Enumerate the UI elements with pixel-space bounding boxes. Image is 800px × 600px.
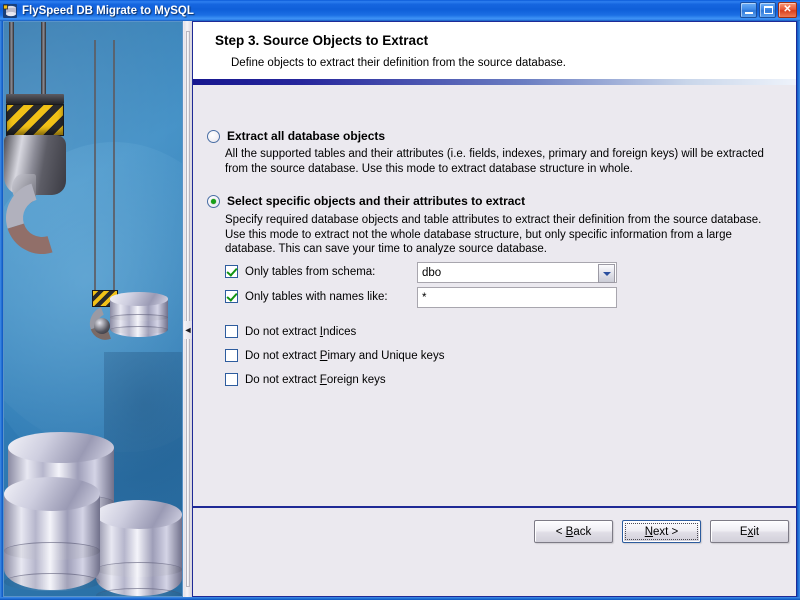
back-button[interactable]: < Back <box>534 520 613 543</box>
checkbox-indicator-unchecked <box>225 325 238 338</box>
database-migrate-icon <box>2 3 18 19</box>
names-like-value: * <box>422 291 427 304</box>
client-area: ◄ Step 3. Source Objects to Extract Defi… <box>3 21 797 597</box>
checkbox-label-primary-keys: Do not extract Pimary and Unique keys <box>245 349 445 362</box>
checkbox-only-tables-with-names-like[interactable]: Only tables with names like: <box>225 290 388 303</box>
next-button[interactable]: Next > <box>622 520 701 543</box>
exit-button-label: Exit <box>739 525 760 538</box>
schema-combobox-value: dbo <box>422 266 442 279</box>
database-cylinder-front <box>4 477 100 596</box>
crane-hook-bar <box>6 94 64 104</box>
radio-select-specific-objects[interactable]: Select specific objects and their attrib… <box>207 194 525 208</box>
wizard-header: Step 3. Source Objects to Extract Define… <box>193 22 796 79</box>
minimize-button[interactable] <box>740 2 757 18</box>
checkbox-indicator-checked <box>225 265 238 278</box>
window-title: FlySpeed DB Migrate to MySQL <box>22 4 194 17</box>
page-title: Step 3. Source Objects to Extract <box>215 33 429 48</box>
title-bar[interactable]: FlySpeed DB Migrate to MySQL ✕ <box>0 0 800 21</box>
checkbox-indicator-checked <box>225 290 238 303</box>
page-subtitle: Define objects to extract their definiti… <box>231 57 566 69</box>
back-button-label: < Back <box>555 525 592 538</box>
description-select-specific: Specify required database objects and ta… <box>225 214 762 255</box>
checkbox-do-not-extract-indices[interactable]: Do not extract Indices <box>225 325 356 338</box>
chevron-down-icon[interactable] <box>598 264 615 283</box>
application-window: FlySpeed DB Migrate to MySQL ✕ ◄ Step 3.… <box>0 0 800 600</box>
window-controls: ✕ <box>740 2 797 18</box>
schema-combobox[interactable]: dbo <box>417 262 617 283</box>
checkbox-label-foreign-keys: Do not extract Foreign keys <box>245 373 386 386</box>
panel-splitter[interactable]: ◄ <box>184 21 192 597</box>
checkbox-only-tables-from-schema[interactable]: Only tables from schema: <box>225 265 375 278</box>
checkbox-indicator-unchecked <box>225 349 238 362</box>
exit-button[interactable]: Exit <box>710 520 789 543</box>
radio-indicator-on <box>207 195 220 208</box>
checkbox-label-schema: Only tables from schema: <box>245 265 376 278</box>
names-like-input[interactable]: * <box>417 287 617 308</box>
wizard-content-panel: Step 3. Source Objects to Extract Define… <box>192 21 797 597</box>
checkbox-do-not-extract-foreign-keys[interactable]: Do not extract Foreign keys <box>225 373 386 386</box>
radio-indicator-off <box>207 130 220 143</box>
footer-divider <box>193 506 796 508</box>
maximize-button[interactable] <box>759 2 776 18</box>
database-cylinder-right <box>96 500 182 596</box>
radio-label-extract-all: Extract all database objects <box>227 129 386 143</box>
radio-extract-all-database-objects[interactable]: Extract all database objects <box>207 129 385 143</box>
wizard-body: Extract all database objects All the sup… <box>193 85 796 535</box>
hazard-stripe-block <box>6 104 64 136</box>
wizard-illustration-panel <box>3 21 183 597</box>
description-extract-all: All the supported tables and their attri… <box>225 148 764 175</box>
checkbox-do-not-extract-primary-unique-keys[interactable]: Do not extract Pimary and Unique keys <box>225 349 444 362</box>
collapse-panel-icon[interactable]: ◄ <box>184 321 192 339</box>
database-cylinder-small <box>110 292 168 344</box>
splitter-track[interactable] <box>186 31 190 587</box>
checkbox-label-indices: Do not extract Indices <box>245 325 357 338</box>
close-button[interactable]: ✕ <box>778 2 797 18</box>
checkbox-label-names-like: Only tables with names like: <box>245 290 388 303</box>
radio-label-select-specific: Select specific objects and their attrib… <box>227 194 526 208</box>
checkbox-indicator-unchecked <box>225 373 238 386</box>
close-icon: ✕ <box>783 4 792 15</box>
